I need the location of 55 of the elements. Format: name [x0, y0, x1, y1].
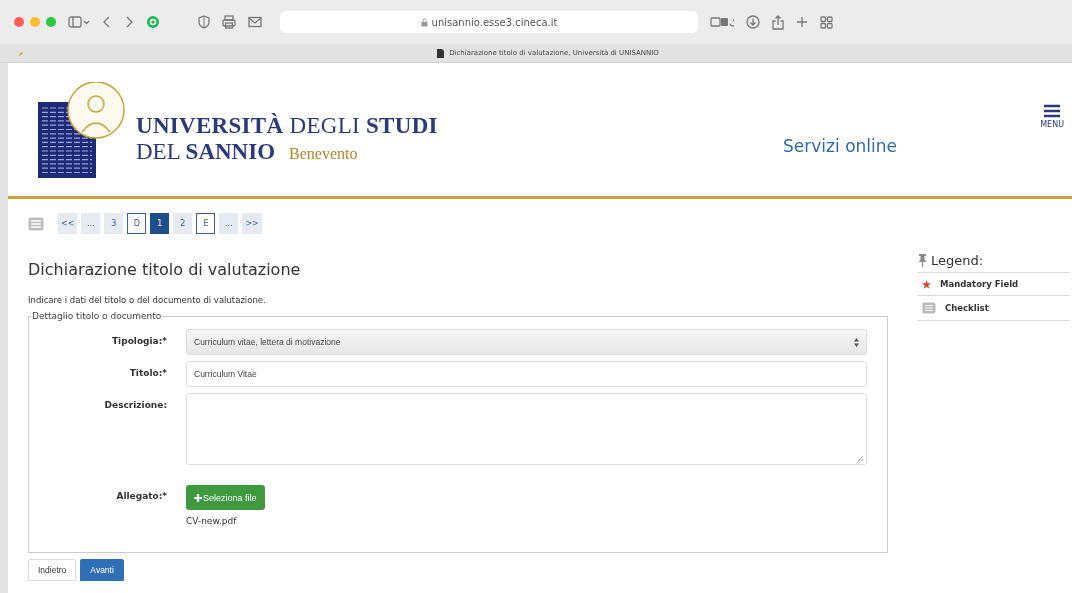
step-link[interactable]: 1	[150, 213, 170, 234]
next-button[interactable]: Avanti	[80, 559, 124, 581]
url-text: unisannio.esse3.cineca.it	[431, 16, 558, 28]
page-icon	[437, 48, 445, 58]
legend-title: Legend:	[931, 253, 984, 268]
pin-icon	[918, 254, 927, 267]
back-button[interactable]: Indietro	[28, 559, 77, 581]
type-select[interactable]: Curriculum vitae, lettera di motivazione	[186, 329, 867, 355]
extension-icon[interactable]	[146, 15, 160, 29]
pagination-link[interactable]: >>	[242, 213, 262, 234]
new-tab-icon[interactable]	[796, 16, 808, 28]
field-label: Tipologia:*	[110, 335, 167, 348]
field-label: Titolo:*	[128, 367, 167, 380]
select-arrows-icon	[854, 337, 859, 347]
legend-label: Mandatory Field	[940, 279, 1019, 289]
pagination-link[interactable]: ...	[81, 213, 101, 234]
resize-grip-icon	[858, 456, 863, 461]
university-name: UNIVERSITÀ DEGLI STUDI	[136, 112, 438, 139]
field-label: Descrizione:	[103, 399, 167, 412]
step-link[interactable]: E	[196, 213, 216, 234]
printer-icon[interactable]	[222, 15, 236, 29]
city-name: Benevento	[289, 144, 358, 163]
menu-icon[interactable]	[1044, 104, 1061, 118]
field-label: Allegato:*	[115, 490, 167, 503]
mail-icon[interactable]	[248, 16, 262, 28]
checklist-icon	[922, 302, 936, 314]
shield-icon[interactable]	[198, 15, 210, 29]
tab-overview-icon[interactable]	[820, 15, 833, 29]
forward-icon[interactable]	[124, 15, 134, 29]
instructions-text: Indicare i dati del titolo o del documento di valutazione.	[28, 295, 267, 305]
university-name: DEL SANNIO	[136, 138, 276, 165]
sidebar-icon[interactable]	[68, 15, 90, 29]
star-icon	[922, 279, 931, 289]
menu-label[interactable]: MENU	[1040, 120, 1064, 129]
window-controls[interactable]	[14, 17, 56, 27]
translate-icon[interactable]	[710, 16, 734, 28]
fieldset-legend: Dettaglio titolo o documento	[31, 311, 163, 321]
file-name: CV-new.pdf	[186, 516, 237, 526]
step-link[interactable]: 3	[104, 213, 124, 234]
step-link[interactable]: 2	[173, 213, 193, 234]
download-icon[interactable]	[746, 15, 760, 29]
plus-icon	[194, 493, 202, 502]
back-icon[interactable]	[102, 15, 112, 29]
title-input[interactable]: Curriculum Vitae	[186, 361, 867, 387]
page-title: Dichiarazione titolo di valutazione	[28, 260, 302, 279]
address-bar[interactable]: unisannio.esse3.cineca.it	[280, 11, 698, 33]
pagination-link[interactable]: <<	[58, 213, 78, 234]
legend-label: Checklist	[945, 303, 989, 313]
select-file-button[interactable]: Seleziona file	[186, 485, 265, 510]
lock-icon	[420, 17, 428, 27]
step-link[interactable]: D	[127, 213, 147, 234]
services-link[interactable]: Servizi online	[783, 135, 897, 156]
checklist-icon[interactable]	[28, 216, 44, 231]
share-icon[interactable]	[772, 14, 784, 30]
pagination-link[interactable]: ...	[219, 213, 239, 234]
